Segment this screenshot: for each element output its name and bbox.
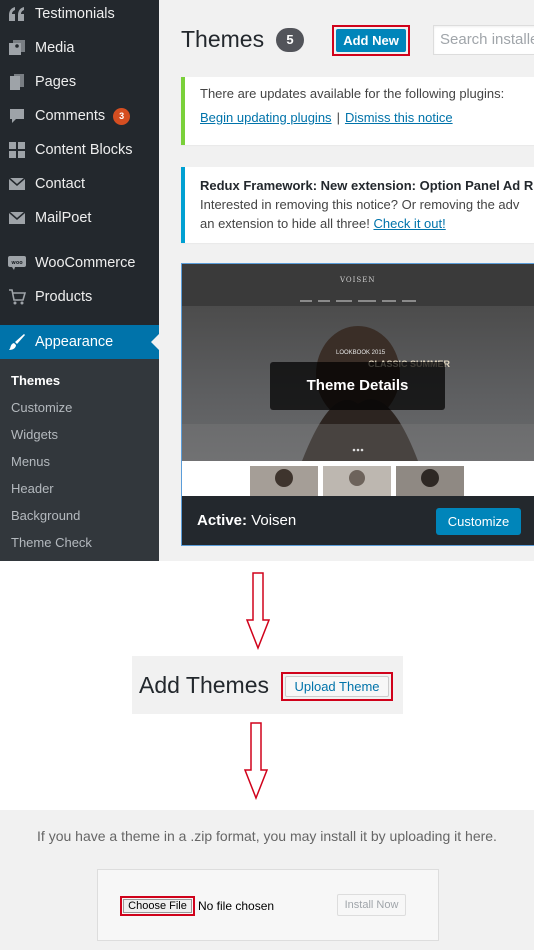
notice-text: an extension to hide all three! (200, 216, 370, 231)
sidebar-item-testimonials[interactable]: Testimonials (0, 0, 159, 31)
cart-icon (8, 288, 26, 306)
add-new-highlight: Add New (332, 25, 410, 56)
blocks-icon (8, 141, 26, 159)
envelope-icon (8, 209, 26, 227)
sidebar-item-label: Appearance (35, 334, 114, 350)
dismiss-notice-link[interactable]: Dismiss this notice (345, 110, 453, 125)
submenu-item-customize[interactable]: Customize (11, 400, 72, 415)
sidebar-item-label: Comments (35, 108, 106, 124)
envelope-icon (8, 175, 26, 193)
woo-icon: woo (8, 254, 26, 272)
upload-theme-panel: If you have a theme in a .zip format, yo… (0, 810, 534, 950)
sidebar-item-content-blocks[interactable]: Content Blocks (0, 133, 159, 167)
sidebar-item-label: Contact (35, 176, 85, 192)
sidebar-item-media[interactable]: Media (0, 31, 159, 65)
choose-file-button[interactable]: Choose File (123, 899, 192, 913)
quote-icon (8, 5, 26, 23)
sidebar-item-products[interactable]: Products (0, 280, 159, 314)
upload-theme-button[interactable]: Upload Theme (285, 676, 389, 697)
svg-text:woo: woo (11, 260, 23, 266)
submenu-item-widgets[interactable]: Widgets (11, 427, 58, 442)
media-icon (8, 39, 26, 57)
choose-file-highlight: Choose File (120, 896, 195, 916)
notice-text: Interested in removing this notice? Or r… (200, 197, 520, 212)
pages-icon (8, 73, 26, 91)
link-separator: | (336, 110, 340, 125)
submenu-item-background[interactable]: Background (11, 508, 80, 523)
active-prefix: Active: (197, 512, 248, 529)
brush-icon (8, 333, 26, 351)
add-themes-header: Add Themes Upload Theme (132, 656, 403, 714)
sidebar-item-woocommerce[interactable]: woo WooCommerce (0, 246, 159, 280)
page-title: Themes (181, 26, 265, 52)
check-it-out-link[interactable]: Check it out! (373, 216, 445, 231)
begin-updating-link[interactable]: Begin updating plugins (200, 110, 332, 125)
preview-headline: LOOKBOOK 2015 (336, 350, 386, 356)
search-themes-input[interactable]: Search installed (433, 25, 534, 55)
submenu-item-theme-check[interactable]: Theme Check (11, 535, 92, 550)
redux-extension-notice: Redux Framework: New extension: Option P… (181, 167, 534, 243)
sidebar-item-label: Products (35, 289, 93, 305)
submenu-item-themes[interactable]: Themes (11, 373, 60, 388)
submenu-item-menus[interactable]: Menus (11, 454, 50, 469)
theme-details-button[interactable]: Theme Details (270, 362, 445, 410)
sidebar-item-label: Content Blocks (35, 142, 133, 158)
upload-theme-highlight: Upload Theme (281, 672, 393, 701)
theme-count-badge: 5 (276, 28, 304, 52)
themes-screenshot-panel: Testimonials Media Pages Comments 3 Cont… (0, 0, 534, 561)
comments-icon (8, 107, 26, 125)
upload-form: Choose File No file chosen Install Now (97, 869, 439, 941)
active-theme-label: Active: Voisen (197, 512, 296, 529)
customize-button[interactable]: Customize (436, 508, 521, 535)
down-arrow-icon (246, 572, 270, 650)
sidebar-item-mailpoet[interactable]: MailPoet (0, 201, 159, 235)
sidebar-item-label: Testimonials (35, 6, 115, 22)
down-arrow-icon (244, 722, 268, 800)
add-themes-title: Add Themes (139, 672, 269, 698)
preview-logo: VOISEN (340, 276, 376, 284)
themes-content: Themes 5 Add New Search installed There … (159, 0, 534, 561)
submenu-item-header[interactable]: Header (11, 481, 54, 496)
upload-help-text: If you have a theme in a .zip format, yo… (37, 828, 497, 844)
notice-text: There are updates available for the foll… (200, 86, 505, 101)
theme-card-footer: Active: Voisen Customize (182, 496, 534, 545)
sidebar-item-comments[interactable]: Comments 3 (0, 99, 159, 133)
sidebar-item-pages[interactable]: Pages (0, 65, 159, 99)
install-now-button[interactable]: Install Now (337, 894, 406, 916)
admin-sidebar: Testimonials Media Pages Comments 3 Cont… (0, 0, 159, 561)
appearance-submenu: Themes Customize Widgets Menus Header Ba… (0, 359, 159, 561)
sidebar-item-label: Media (35, 40, 75, 56)
active-theme-name: Voisen (251, 512, 297, 529)
plugin-updates-notice: There are updates available for the foll… (181, 77, 534, 145)
sidebar-item-label: MailPoet (35, 210, 92, 226)
sidebar-item-appearance[interactable]: Appearance (0, 325, 159, 359)
sidebar-item-label: WooCommerce (35, 255, 136, 271)
add-new-button[interactable]: Add New (336, 29, 406, 52)
comments-count-badge: 3 (113, 107, 131, 125)
sidebar-item-label: Pages (35, 74, 77, 90)
notice-title: Redux Framework: New extension: Option P… (200, 178, 534, 193)
theme-preview-image: VOISEN LOOKBOOK 2015 CLASSIC SUMMER Them… (182, 264, 534, 496)
active-theme-card[interactable]: VOISEN LOOKBOOK 2015 CLASSIC SUMMER Them… (181, 263, 534, 546)
no-file-chosen-label: No file chosen (198, 899, 275, 913)
sidebar-item-contact[interactable]: Contact (0, 167, 159, 201)
